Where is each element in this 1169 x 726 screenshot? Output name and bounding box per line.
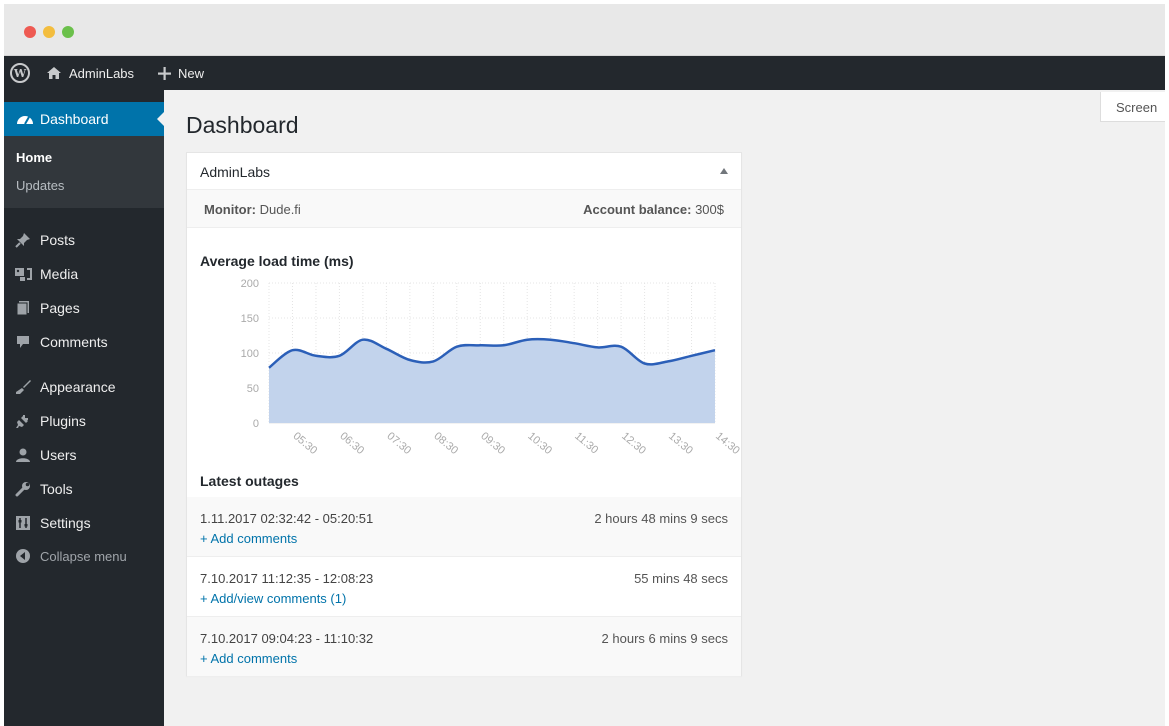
x-tick-label: 11:30 [572,430,600,456]
user-icon [14,446,32,464]
sidebar-item-media[interactable]: Media [4,257,164,291]
admin-sidebar: Dashboard Home Updates Posts Media Pages… [4,90,165,726]
outage-duration: 2 hours 48 mins 9 secs [594,511,728,526]
outage-time-range: 1.11.2017 02:32:42 - 05:20:51 [200,511,374,526]
x-tick-label: 14:30 [713,430,742,457]
toggle-panel-arrow-icon[interactable] [720,168,728,174]
browser-window: W AdminLabs New Dashboard Home Updates P… [4,4,1165,726]
settings-icon [14,514,32,532]
sidebar-item-label: Dashboard [40,111,109,127]
dashboard-submenu: Home Updates [4,136,164,208]
sidebar-item-settings[interactable]: Settings [4,506,164,540]
x-tick-label: 10:30 [525,430,554,457]
submenu-item-home[interactable]: Home [16,150,52,165]
add-comments-link[interactable]: + Add comments [200,531,297,546]
y-tick-label: 150 [241,313,259,325]
brush-icon [14,378,32,396]
widget-header[interactable]: AdminLabs [187,153,741,190]
balance-label: Account balance: [583,202,692,217]
collapse-arrow-icon [14,547,32,565]
sidebar-item-label: Tools [40,481,73,497]
site-name-label: AdminLabs [69,65,135,81]
outage-row: 7.10.2017 11:12:35 - 12:08:23 55 mins 48… [187,557,741,617]
area-fill [269,339,715,423]
sidebar-item-label: Posts [40,232,76,248]
sidebar-item-label: Pages [40,300,80,316]
pin-icon [14,231,32,249]
sidebar-item-label: Media [40,266,79,282]
y-tick-label: 50 [247,383,259,395]
submenu-item-updates[interactable]: Updates [16,178,64,193]
adminlabs-widget: AdminLabs Monitor: Dude.fi Account balan… [186,152,742,677]
plugin-icon [14,412,32,430]
outages-title: Latest outages [200,473,299,489]
sidebar-item-dashboard[interactable]: Dashboard [4,102,165,136]
chart-title: Average load time (ms) [200,253,354,269]
sidebar-item-label: Plugins [40,413,86,429]
minimize-window-button[interactable] [43,26,55,38]
add-comments-link[interactable]: + Add comments [200,651,297,666]
widget-title: AdminLabs [200,164,271,180]
sidebar-item-pages[interactable]: Pages [4,291,164,325]
media-icon [14,265,32,283]
current-menu-arrow [157,111,165,127]
view-comments-link[interactable]: + Add/view comments (1) [200,591,346,606]
wrench-icon [14,480,32,498]
window-titlebar [4,4,1165,56]
sidebar-item-users[interactable]: Users [4,438,164,472]
x-tick-label: 06:30 [337,430,366,457]
sidebar-item-comments[interactable]: Comments [4,325,164,359]
sidebar-item-label: Settings [40,515,91,531]
balance-value: 300$ [695,202,724,217]
outage-row: 1.11.2017 02:32:42 - 05:20:51 2 hours 48… [187,497,741,557]
new-content-button[interactable]: New [158,56,204,90]
x-tick-label: 05:30 [291,430,320,457]
sidebar-item-appearance[interactable]: Appearance [4,370,164,404]
sidebar-item-posts[interactable]: Posts [4,223,164,257]
monitor-value: Dude.fi [259,202,301,217]
pages-icon [14,299,32,317]
outages-list: 1.11.2017 02:32:42 - 05:20:51 2 hours 48… [187,497,741,677]
dashboard-gauge-icon [16,111,34,128]
monitor-info-bar: Monitor: Dude.fi Account balance: 300$ [187,190,741,228]
y-tick-label: 200 [241,278,259,290]
collapse-menu-label: Collapse menu [40,548,127,564]
page-title: Dashboard [186,112,299,138]
sidebar-item-plugins[interactable]: Plugins [4,404,164,438]
load-time-chart: 0 50 100 150 200 05:30 06:30 07:30 08:30 09:30 10:… [241,278,742,457]
account-balance-info: Account balance: 300$ [583,202,724,217]
new-label: New [178,65,205,81]
x-tick-label: 13:30 [666,430,695,457]
x-tick-label: 07:30 [384,430,413,457]
sidebar-item-label: Appearance [40,379,116,395]
plus-icon [158,66,171,80]
screen-options-tab[interactable]: Screen [1100,92,1165,122]
wordpress-logo-button[interactable]: W [10,56,30,90]
comments-icon [14,333,32,351]
outage-row: 7.10.2017 09:04:23 - 11:10:32 2 hours 6 … [187,617,741,677]
outage-time-range: 7.10.2017 09:04:23 - 11:10:32 [200,631,374,646]
wordpress-logo-icon: W [10,63,30,83]
site-name-link[interactable]: AdminLabs [46,56,134,90]
zoom-window-button[interactable] [62,26,74,38]
outage-duration: 55 mins 48 secs [634,571,728,586]
y-tick-label: 0 [253,418,259,430]
x-tick-label: 08:30 [431,430,460,457]
sidebar-item-label: Comments [40,334,108,350]
sidebar-item-tools[interactable]: Tools [4,472,164,506]
collapse-menu-button[interactable]: Collapse menu [4,539,164,573]
admin-bar: W AdminLabs New [4,56,1165,90]
monitor-label: Monitor: [204,202,256,217]
outage-duration: 2 hours 6 mins 9 secs [601,631,728,646]
monitor-info: Monitor: Dude.fi [204,202,301,217]
home-icon [47,67,61,79]
sidebar-item-label: Users [40,447,77,463]
y-tick-label: 100 [241,348,259,360]
x-tick-label: 12:30 [619,430,648,457]
close-window-button[interactable] [24,26,36,38]
x-tick-label: 09:30 [478,430,507,457]
outage-time-range: 7.10.2017 11:12:35 - 12:08:23 [200,571,374,586]
